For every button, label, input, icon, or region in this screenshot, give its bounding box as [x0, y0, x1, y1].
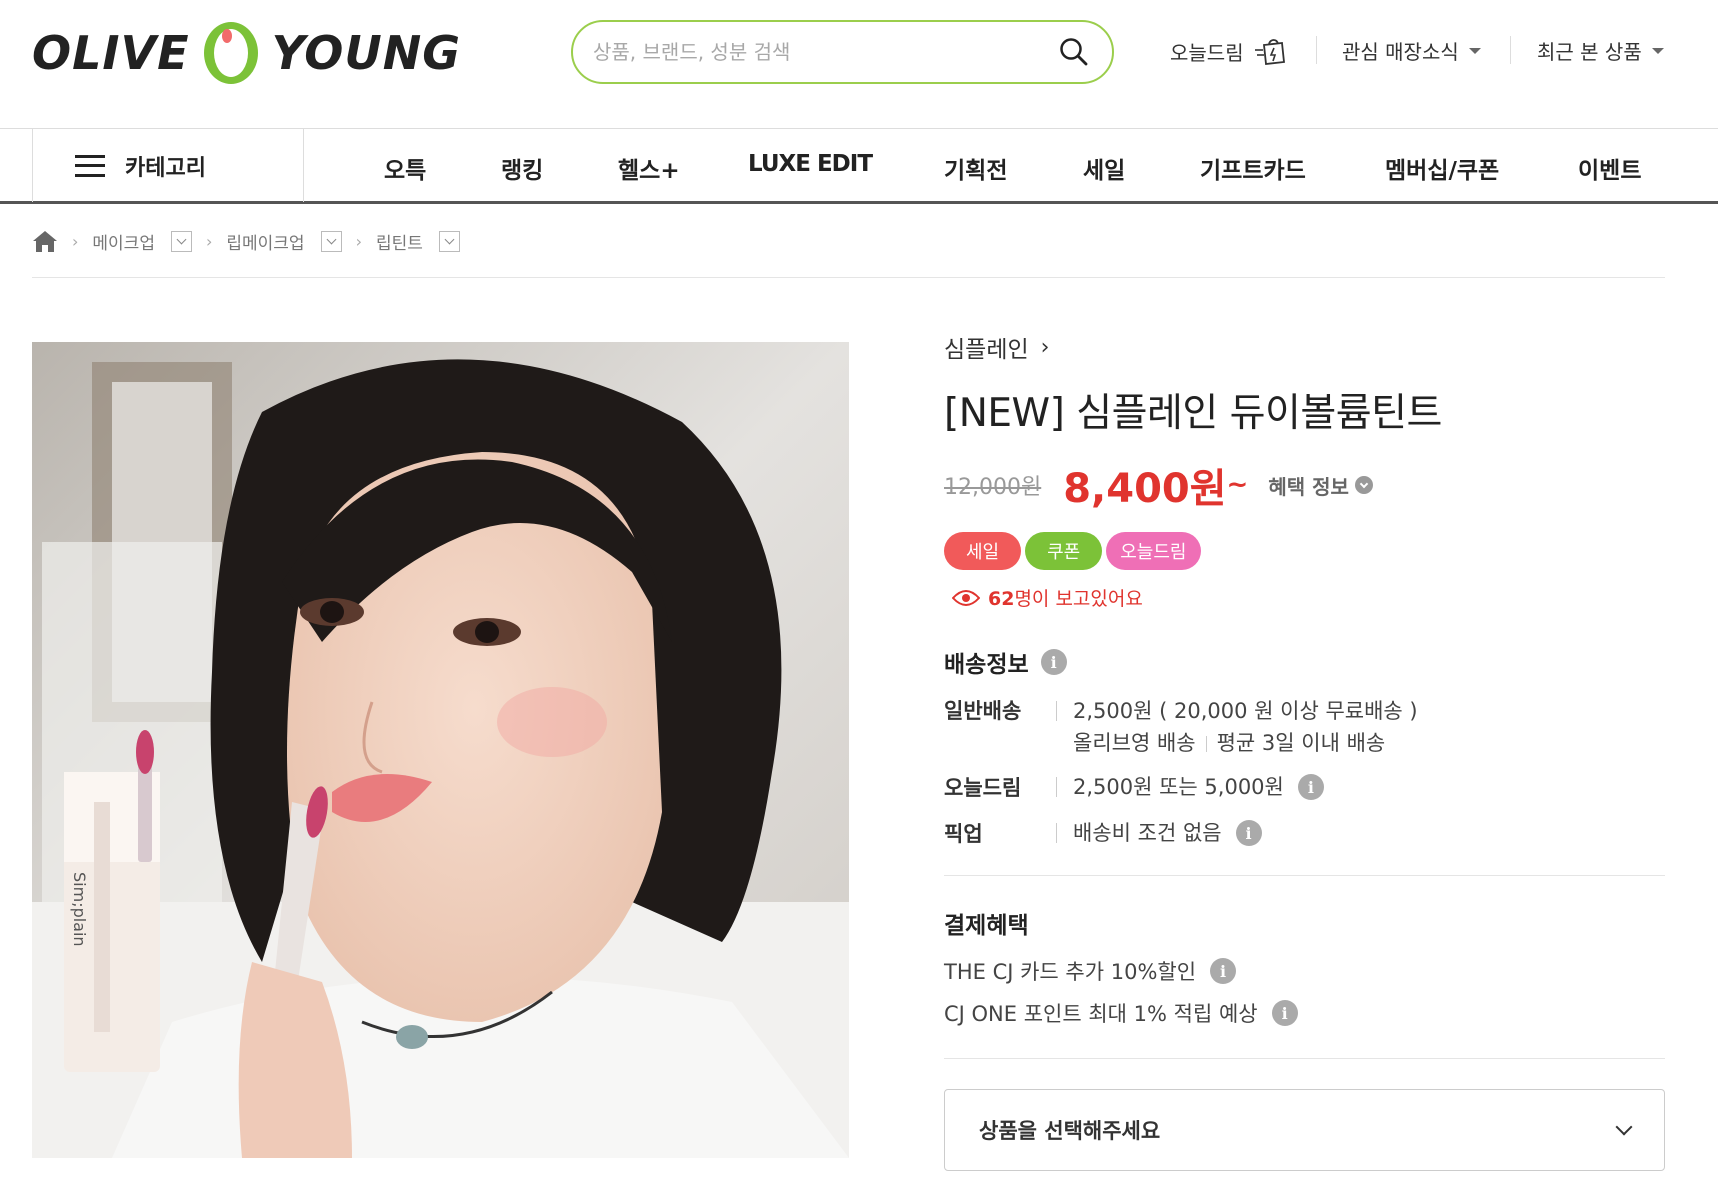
nav-item-health[interactable]: 헬스+	[618, 151, 680, 185]
price-sale: 8,400원	[1063, 466, 1227, 512]
info-icon[interactable]: i	[1040, 649, 1067, 675]
payment-item-point: CJ ONE 포인트 최대 1% 적립 예상	[944, 1002, 1258, 1026]
benefit-info-button[interactable]: 혜택 정보	[1268, 471, 1373, 500]
caret-down-icon	[1651, 47, 1664, 54]
caret-down-icon	[1468, 47, 1481, 54]
breadcrumb-chevron-icon: ›	[205, 231, 213, 251]
delivery-label-standard: 일반배송	[944, 699, 1022, 723]
product-info: 심플레인 › [NEW] 심플레인 듀이볼륨틴트 12,000원 8,400원 …	[944, 330, 1665, 1171]
breadcrumb-dropdown-icon[interactable]	[320, 230, 342, 252]
delivery-row-standard: 일반배송 2,500원 ( 20,000 원 이상 무료배송 ) 올리브영 배송…	[944, 695, 1665, 759]
delivery-today-fee: 2,500원 또는 5,000원	[1073, 775, 1284, 799]
breadcrumb-item-lip-makeup[interactable]: 립메이크업	[226, 229, 304, 254]
nav-item-membership[interactable]: 멤버십/쿠폰	[1385, 151, 1499, 185]
chevron-right-icon: ›	[1040, 334, 1050, 360]
chevron-down-circle-icon	[1354, 476, 1373, 494]
olive-young-logo[interactable]: OLIVE YOUNG	[32, 20, 461, 86]
util-recent[interactable]: 최근 본 상품	[1537, 36, 1664, 65]
delivery-title-row: 배송정보 i	[944, 645, 1665, 679]
logo-word-olive: OLIVE	[32, 26, 190, 80]
flag-today-dream: 오늘드림	[1106, 532, 1201, 570]
nav-item-exhibition[interactable]: 기획전	[944, 151, 1007, 185]
price-row: 12,000원 8,400원 ~ 혜택 정보	[944, 456, 1665, 514]
option-select[interactable]: 상품을 선택해주세요	[944, 1089, 1665, 1171]
eye-icon	[952, 589, 980, 606]
delivery-standard-detail: 올리브영 배송 평균 3일 이내 배송	[1073, 727, 1418, 759]
nav-item-ranking[interactable]: 랭킹	[501, 151, 543, 185]
logo-word-young: YOUNG	[271, 26, 461, 80]
site-header: OLIVE YOUNG 오늘드림 관심 매장소식 최근 본 상품	[0, 0, 1718, 130]
delivery-label-pickup: 픽업	[944, 822, 983, 846]
viewers-count: 62명이 보고있어요	[952, 584, 1665, 611]
payment-title: 결제혜택	[944, 913, 1029, 939]
product-image[interactable]: Sim;plain	[32, 342, 849, 1158]
delivery-row-pickup: 픽업 배송비 조건 없음 i	[944, 817, 1665, 849]
nav-item-luxe-edit[interactable]: LUXE EDIT	[748, 151, 873, 177]
info-icon[interactable]: i	[1297, 774, 1324, 800]
delivery-label-today: 오늘드림	[944, 776, 1022, 800]
util-store-news[interactable]: 관심 매장소식	[1342, 36, 1481, 65]
info-icon[interactable]: i	[1235, 820, 1262, 846]
tint-tube-label: Sim;plain	[70, 872, 89, 947]
breadcrumb: › 메이크업 › 립메이크업 › 립틴트	[32, 226, 1665, 278]
home-icon[interactable]	[32, 229, 58, 253]
util-divider-2	[1510, 36, 1511, 64]
delivery-standard-eta: 평균 3일 이내 배송	[1216, 731, 1386, 755]
viewers-number: 62	[988, 588, 1015, 610]
category-label: 카테고리	[125, 155, 206, 181]
global-nav: 카테고리 오특 랭킹 헬스+ LUXE EDIT 기획전 세일 기프트카드 멤버…	[0, 128, 1718, 204]
nav-item-event[interactable]: 이벤트	[1578, 151, 1641, 185]
delivery-standard-fee: 2,500원 ( 20,000 원 이상 무료배송 )	[1073, 699, 1418, 723]
util-recent-label: 최근 본 상품	[1537, 40, 1642, 64]
nav-item-otuk[interactable]: 오특	[384, 151, 426, 185]
util-divider-1	[1316, 36, 1317, 64]
price-tilde: ~	[1226, 470, 1249, 500]
info-icon[interactable]: i	[1271, 1000, 1298, 1026]
divider	[944, 875, 1665, 876]
product-flags: 세일 쿠폰 오늘드림	[944, 532, 1665, 570]
hamburger-icon	[75, 154, 105, 177]
nav-item-giftcard[interactable]: 기프트카드	[1200, 151, 1306, 185]
breadcrumb-dropdown-icon[interactable]	[438, 230, 460, 252]
breadcrumb-chevron-icon: ›	[72, 231, 79, 251]
chevron-down-icon	[1615, 1118, 1633, 1136]
payment-item: CJ ONE 포인트 최대 1% 적립 예상 i	[944, 998, 1665, 1028]
product-photo: Sim;plain	[32, 342, 849, 1158]
delivery-bag-icon	[1254, 39, 1285, 65]
breadcrumb-dropdown-icon[interactable]	[170, 230, 192, 252]
delivery-section: 배송정보 i 일반배송 2,500원 ( 20,000 원 이상 무료배송 ) …	[944, 645, 1665, 849]
logo-o-icon	[203, 22, 258, 84]
category-button[interactable]: 카테고리	[32, 129, 304, 202]
brand-link[interactable]: 심플레인 ›	[944, 330, 1665, 364]
viewers-suffix: 명이 보고있어요	[1014, 588, 1143, 610]
payment-section: 결제혜택 THE CJ 카드 추가 10%할인 i CJ ONE 포인트 최대 …	[944, 906, 1665, 1028]
flag-coupon: 쿠폰	[1025, 532, 1103, 570]
breadcrumb-chevron-icon: ›	[355, 231, 362, 251]
payment-item: THE CJ 카드 추가 10%할인 i	[944, 956, 1665, 986]
info-icon[interactable]: i	[1210, 958, 1237, 984]
search-icon[interactable]	[1058, 36, 1090, 68]
delivery-title: 배송정보	[944, 652, 1029, 678]
option-select-label: 상품을 선택해주세요	[979, 1119, 1161, 1143]
payment-item-card: THE CJ 카드 추가 10%할인	[944, 960, 1197, 984]
util-today-dream[interactable]: 오늘드림	[1170, 36, 1288, 66]
search-input[interactable]	[593, 34, 1033, 70]
breadcrumb-item-makeup[interactable]: 메이크업	[92, 229, 155, 254]
brand-name: 심플레인	[944, 337, 1029, 363]
delivery-standard-carrier: 올리브영 배송	[1073, 731, 1196, 755]
delivery-pickup-fee: 배송비 조건 없음	[1073, 821, 1222, 845]
util-today-dream-label: 오늘드림	[1170, 40, 1244, 65]
flag-sale: 세일	[944, 532, 1022, 570]
benefit-info-label: 혜택 정보	[1268, 474, 1349, 499]
search-box	[571, 20, 1114, 84]
product-name: [NEW] 심플레인 듀이볼륨틴트	[944, 391, 1442, 436]
nav-item-sale[interactable]: 세일	[1083, 151, 1125, 185]
price-original: 12,000원	[944, 475, 1042, 500]
util-store-news-label: 관심 매장소식	[1342, 40, 1459, 64]
delivery-row-today: 오늘드림 2,500원 또는 5,000원 i	[944, 771, 1665, 803]
breadcrumb-item-lip-tint[interactable]: 립틴트	[376, 229, 423, 254]
divider	[944, 1058, 1665, 1059]
